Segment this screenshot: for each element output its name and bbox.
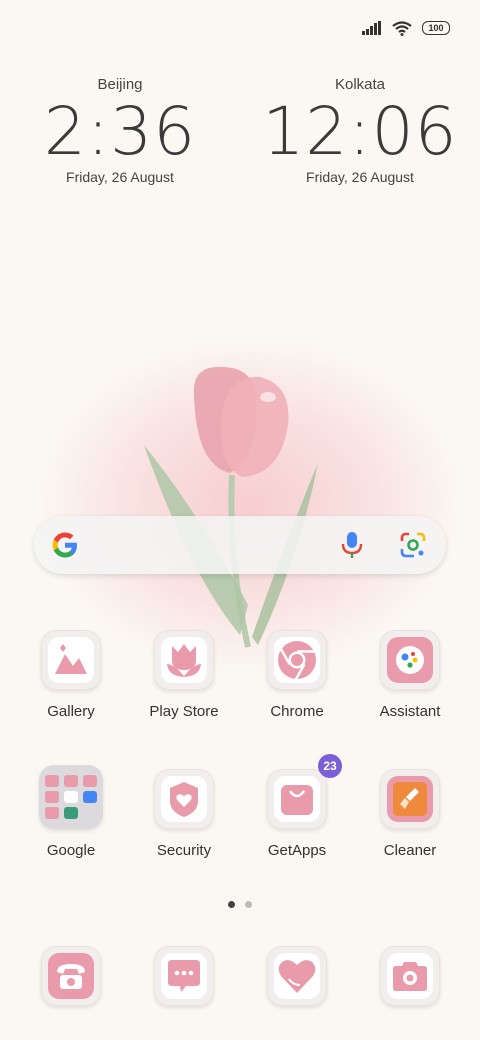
getapps-icon	[281, 785, 313, 815]
clock-widget-beijing[interactable]: Beijing 2:36 Friday, 26 August	[20, 76, 220, 185]
status-bar: 100	[362, 14, 450, 42]
page-dot-active[interactable]	[228, 901, 235, 908]
clock-time: 12:06	[262, 93, 458, 170]
app-label: Chrome	[270, 703, 324, 720]
dock-camera[interactable]	[360, 946, 460, 1006]
clock-time: 2:36	[43, 93, 197, 170]
app-chrome[interactable]: Chrome	[247, 630, 347, 720]
app-label: Google	[46, 842, 96, 859]
app-label: Cleaner	[383, 842, 437, 859]
app-getapps[interactable]: 23 GetApps	[247, 754, 347, 859]
app-play-store[interactable]: Play Store	[134, 630, 234, 720]
camera-icon	[393, 962, 427, 991]
chrome-icon	[278, 641, 316, 680]
security-icon	[170, 782, 198, 817]
wifi-icon	[392, 20, 412, 36]
google-lens-icon[interactable]	[400, 532, 426, 558]
battery-indicator: 100	[422, 21, 450, 35]
dock-heart-app[interactable]	[247, 946, 347, 1006]
phone-icon	[57, 964, 85, 989]
play-store-icon	[167, 644, 201, 677]
app-label: Play Store	[149, 703, 219, 720]
app-cleaner[interactable]: Cleaner	[360, 769, 460, 859]
clock-date: Friday, 26 August	[66, 169, 174, 185]
clock-widget-kolkata[interactable]: Kolkata 12:06 Friday, 26 August	[260, 76, 460, 185]
google-logo-icon	[52, 532, 77, 558]
app-assistant[interactable]: Assistant	[360, 630, 460, 720]
signal-icon	[362, 21, 381, 35]
google-search-bar[interactable]	[34, 516, 446, 574]
dock-phone[interactable]	[21, 946, 121, 1006]
page-indicator[interactable]	[228, 901, 252, 908]
app-gallery[interactable]: Gallery	[21, 630, 121, 720]
messages-icon	[168, 960, 200, 992]
folder-google[interactable]: Google	[21, 765, 121, 859]
tulip-wallpaper	[144, 366, 318, 648]
app-label: GetApps	[267, 842, 327, 859]
gallery-icon	[55, 644, 87, 674]
clock-date: Friday, 26 August	[306, 169, 414, 185]
clock-city: Kolkata	[334, 76, 386, 93]
voice-search-mic-icon[interactable]	[341, 531, 363, 559]
assistant-icon	[396, 646, 424, 674]
notification-badge: 23	[318, 754, 342, 778]
app-label: Assistant	[379, 703, 441, 720]
page-dot[interactable]	[245, 901, 252, 908]
app-label: Gallery	[47, 703, 95, 720]
dock-messages[interactable]	[134, 946, 234, 1006]
cleaner-icon	[393, 782, 427, 816]
clock-city: Beijing	[97, 76, 143, 93]
heart-app-icon	[278, 960, 316, 993]
app-security[interactable]: Security	[134, 769, 234, 859]
app-label: Security	[156, 842, 212, 859]
google-folder-icon	[39, 765, 103, 829]
